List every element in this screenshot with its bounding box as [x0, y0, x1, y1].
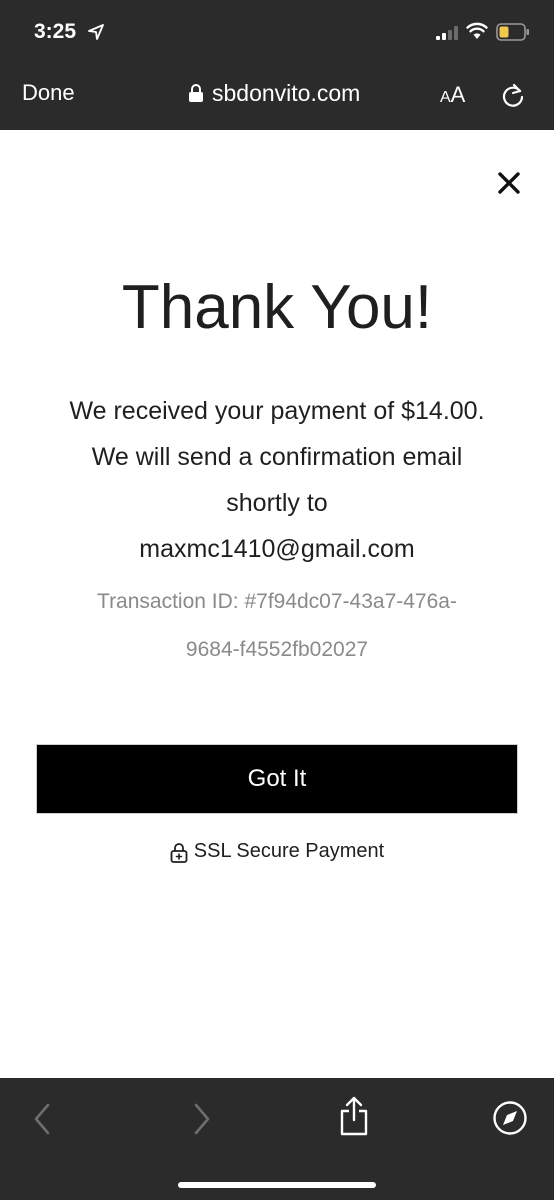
forward-icon[interactable]: [192, 1102, 212, 1136]
browser-toolbar: [0, 1078, 554, 1200]
message-line-3: shortly to: [226, 489, 328, 517]
url-text: sbdonvito.com: [212, 79, 361, 106]
status-time: 3:25: [34, 20, 77, 43]
transaction-id-line-2: 9684-f4552fb02027: [185, 638, 369, 661]
location-arrow-icon: [88, 24, 104, 40]
browser-nav-bar: Done sbdonvito.com AA: [0, 66, 554, 130]
payment-confirmation-modal: Thank You! We received your payment of $…: [0, 130, 554, 1078]
status-bar: 3:25: [0, 0, 554, 66]
ssl-label: SSL Secure Payment: [193, 840, 385, 862]
signal-icon: [436, 26, 458, 40]
done-button[interactable]: Done: [22, 80, 75, 106]
transaction-id-line-1: Transaction ID: #7f94dc07-43a7-476a-: [97, 590, 457, 613]
address-bar[interactable]: sbdonvito.com: [188, 78, 360, 108]
wifi-icon: [466, 22, 488, 39]
ssl-secure-badge: SSL Secure Payment: [0, 840, 554, 863]
message-line-1: We received your payment of $14.00.: [69, 397, 485, 425]
compass-icon[interactable]: [492, 1100, 528, 1136]
close-icon[interactable]: [496, 170, 522, 196]
padlock-icon: [170, 842, 188, 863]
message-line-2: We will send a confirmation email: [91, 443, 463, 471]
transaction-id: Transaction ID: #7f94dc07-43a7-476a- 968…: [40, 578, 514, 674]
text-size-big-a: A: [450, 82, 466, 107]
back-icon[interactable]: [32, 1102, 52, 1136]
text-size-button[interactable]: AA: [440, 82, 465, 108]
battery-icon: [496, 23, 529, 41]
home-indicator: [178, 1182, 376, 1188]
confirmation-message: We received your payment of $14.00. We w…: [30, 388, 524, 572]
lock-icon: [189, 84, 203, 102]
got-it-button[interactable]: Got It: [36, 744, 518, 814]
reload-icon[interactable]: [500, 83, 526, 109]
page-title: Thank You!: [121, 273, 433, 342]
text-size-small-a: A: [440, 89, 451, 106]
share-icon[interactable]: [338, 1096, 370, 1136]
email-address: maxmc1410@gmail.com: [139, 535, 415, 563]
